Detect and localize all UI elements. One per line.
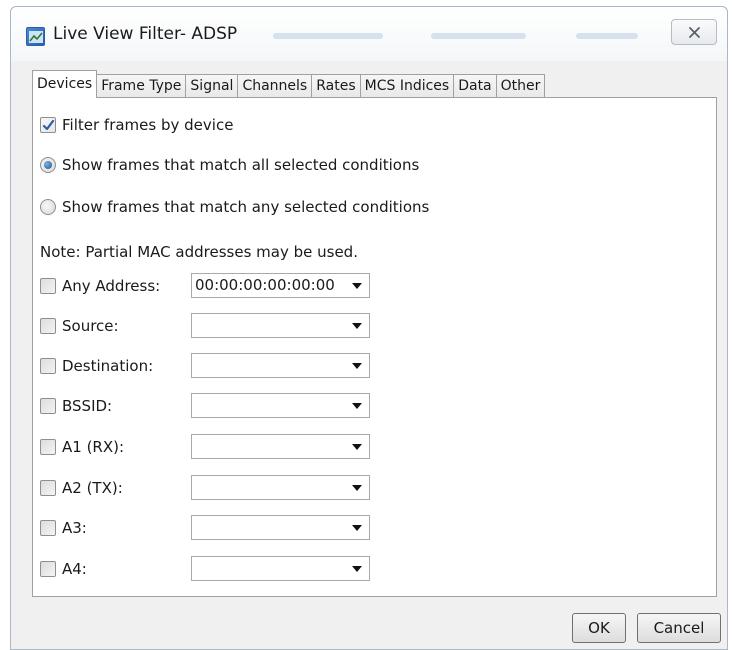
cancel-button[interactable]: Cancel (637, 613, 721, 643)
devices-panel: Filter frames by device Show frames that… (32, 97, 717, 597)
a3-label: A3: (62, 519, 87, 537)
any-address-checkbox[interactable] (40, 278, 56, 294)
window-title: Live View Filter- ADSP (53, 24, 238, 44)
close-icon (689, 27, 700, 38)
filter-by-device-checkbox[interactable] (40, 117, 56, 133)
dropdown-arrow-icon (352, 403, 362, 409)
a3-checkbox[interactable] (40, 520, 56, 536)
match-any-label: Show frames that match any selected cond… (62, 198, 430, 216)
dropdown-arrow-icon (352, 525, 362, 531)
dropdown-arrow-icon (352, 485, 362, 491)
tab-devices[interactable]: Devices (32, 70, 98, 98)
dialog-window: Live View Filter- ADSP Devices Frame Typ… (10, 6, 728, 650)
any-address-value: 00:00:00:00:00:00 (195, 276, 335, 294)
bssid-checkbox[interactable] (40, 398, 56, 414)
tab-frame-type[interactable]: Frame Type (97, 74, 187, 98)
tab-strip: Devices Frame Type Signal Channels Rates… (32, 70, 546, 98)
a1-rx-label: A1 (RX): (62, 438, 125, 456)
blurred-title-fragment (431, 33, 526, 39)
tab-rates[interactable]: Rates (312, 74, 361, 98)
ok-button[interactable]: OK (572, 613, 626, 643)
any-address-select[interactable]: 00:00:00:00:00:00 (191, 273, 370, 298)
source-select[interactable] (191, 313, 370, 338)
bssid-select[interactable] (191, 393, 370, 418)
filter-by-device-label: Filter frames by device (62, 116, 234, 134)
match-any-radio[interactable] (40, 199, 56, 215)
dropdown-arrow-icon (352, 283, 362, 289)
dropdown-arrow-icon (352, 444, 362, 450)
destination-select[interactable] (191, 353, 370, 378)
a1-rx-checkbox[interactable] (40, 439, 56, 455)
radio-selected-dot (44, 161, 52, 169)
source-label: Source: (62, 317, 119, 335)
a4-checkbox[interactable] (40, 561, 56, 577)
dropdown-arrow-icon (352, 323, 362, 329)
tab-mcs-indices[interactable]: MCS Indices (360, 74, 455, 98)
blurred-title-fragment (576, 33, 638, 39)
source-checkbox[interactable] (40, 318, 56, 334)
match-all-radio[interactable] (40, 157, 56, 173)
any-address-label: Any Address: (62, 277, 161, 295)
destination-label: Destination: (62, 357, 154, 375)
tab-channels[interactable]: Channels (238, 74, 313, 98)
a2-tx-checkbox[interactable] (40, 480, 56, 496)
a3-select[interactable] (191, 515, 370, 540)
close-button[interactable] (671, 19, 717, 45)
partial-mac-note: Note: Partial MAC addresses may be used. (40, 243, 358, 261)
dropdown-arrow-icon (352, 566, 362, 572)
a4-label: A4: (62, 560, 87, 578)
dialog-client-area: Devices Frame Type Signal Channels Rates… (19, 61, 721, 649)
checkmark-icon (42, 119, 55, 131)
dropdown-arrow-icon (352, 363, 362, 369)
title-bar[interactable]: Live View Filter- ADSP (11, 7, 727, 61)
match-all-label: Show frames that match all selected cond… (62, 156, 420, 174)
bssid-label: BSSID: (62, 397, 113, 415)
blurred-title-fragment (273, 33, 383, 39)
tab-signal[interactable]: Signal (186, 74, 239, 98)
tab-other[interactable]: Other (496, 74, 546, 98)
a1-rx-select[interactable] (191, 434, 370, 459)
a2-tx-label: A2 (TX): (62, 479, 123, 497)
a4-select[interactable] (191, 556, 370, 581)
app-window-icon (26, 27, 45, 46)
destination-checkbox[interactable] (40, 358, 56, 374)
tab-data[interactable]: Data (454, 74, 497, 98)
a2-tx-select[interactable] (191, 475, 370, 500)
